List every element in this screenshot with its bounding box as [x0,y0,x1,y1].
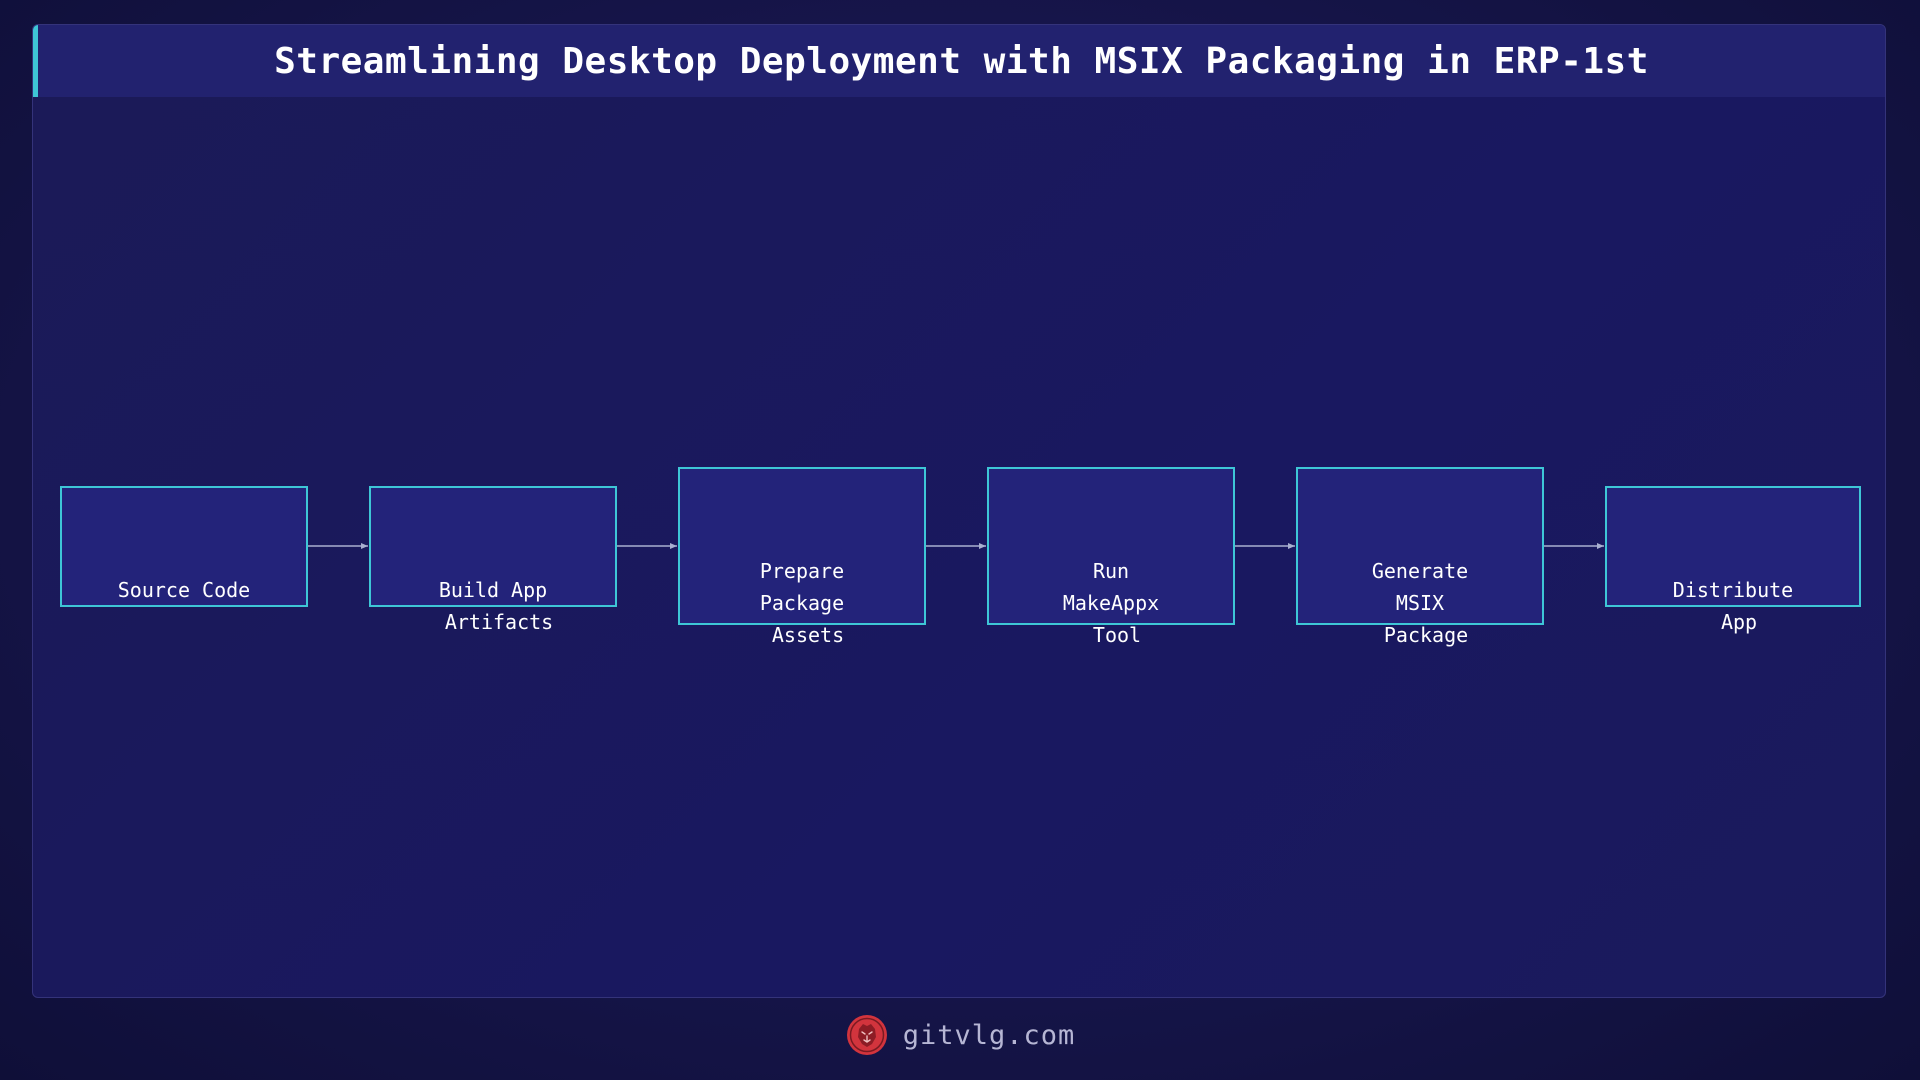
page-title: Streamlining Desktop Deployment with MSI… [274,40,1649,82]
flow-node-distribute-app: Distribute App [1605,486,1861,634]
flow-node-source-code: Source Code [60,486,308,607]
flow-node-run-makeappx-tool: Run MakeAppx Tool [987,467,1235,647]
lion-icon [846,1015,887,1055]
title-bar: Streamlining Desktop Deployment with MSI… [33,25,1885,97]
flow-node-label: Generate MSIX Package [1371,559,1469,647]
flow-node-label: Source Code [117,578,251,602]
flow-node-label: Build App Artifacts [438,578,554,634]
flow-node-build-app-artifacts: Build App Artifacts [369,486,617,634]
flow-node-label: Prepare Package Assets [759,559,845,647]
flow-node-label: Distribute App [1672,578,1794,634]
footer: gitvlg.com [0,1010,1920,1060]
flow-node-generate-msix-package: Generate MSIX Package [1296,467,1544,647]
flow-node-label: Run MakeAppx Tool [1062,559,1160,647]
flow-node-prepare-package-assets: Prepare Package Assets [678,467,926,647]
brand-name[interactable]: gitvlg.com [903,1020,1076,1051]
